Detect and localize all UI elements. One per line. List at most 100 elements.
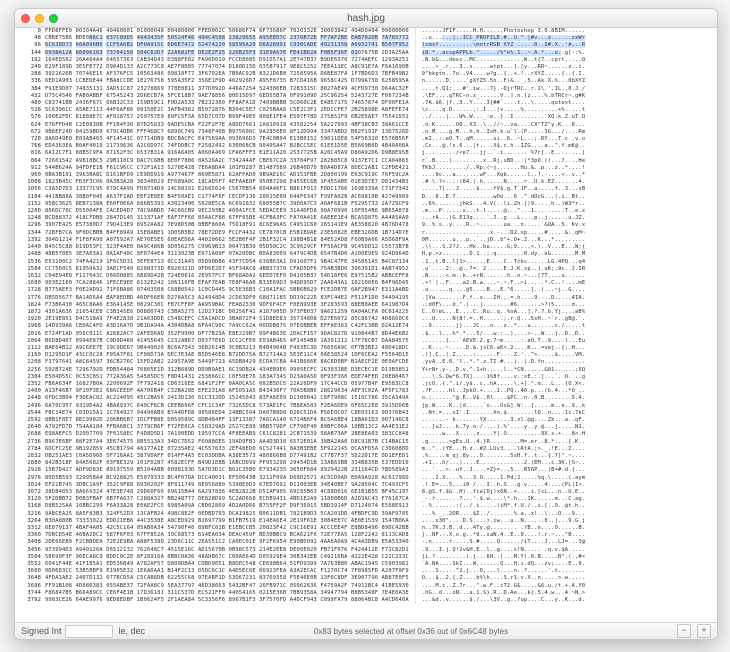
hex-cells[interactable]: 4301A636 21654CE8 C3B345E6 D0880743 C3BA… [45,309,416,316]
hex-cells[interactable]: 6A70C957 9319D4A2 4BA8937C 649CF6CB CEEB… [45,403,416,410]
hex-row[interactable]: 1536E53100C2 74FA4219 1F6C5D31 3EFE8713 … [15,259,717,266]
hex-row[interactable]: 292815B7D427 ADF9D83E 89197559 B5104ABB … [15,467,717,474]
minimize-icon[interactable] [35,14,44,23]
ascii-cells[interactable]: ..%.......:(../.i.....(iM*.f.U./..i.[..O… [416,503,586,510]
hex-row[interactable]: 35526041F44E 41F185A1 ED536B49 A782AF57 … [15,561,717,568]
hex-cells[interactable]: F86847B5 B66489CC CE6F4E1B 17D36181 311C… [45,590,416,597]
ascii-cells[interactable]: ..9.......j}...JC...o...z..*...u.......c… [416,323,586,330]
hex-cells[interactable]: 9B6EF24D D4159BD9 679C4DB6 FFF468C7 6890… [45,129,416,136]
hex-row[interactable]: 8166A12C7F1 88B5C9FA 07152F3C 6537B31A 9… [15,150,717,157]
hex-row[interactable]: 912544B624A 94FDFE1B F61C96CC C72F1A13 5… [15,165,717,172]
ascii-cells[interactable]: 9..%.s..y....R..~.......ua...n.....`&QA.… [416,222,586,229]
ascii-cells[interactable]: .$...l...h*.*...5/...w.:..)....>-..W...}… [416,331,586,338]
zoom-out-button[interactable]: − [677,624,691,638]
hex-row[interactable]: 297680D5B593 329958A4 BC928825 E5079333 … [15,475,717,482]
hex-cells[interactable]: 5B690F3F 96ECA8C9 BDEC0C2E 8F28916A 0BBC… [45,554,416,561]
ascii-cells[interactable]: ..u......|..ICC_PROFILE.#..U.^.|#v...z..… [416,35,586,42]
hex-cells[interactable]: 842B318F 84A5682F 03FBE329 101FD287 4582… [45,460,416,467]
zoom-in-button[interactable]: + [697,624,711,638]
hex-cells[interactable]: 72BFB7CA 9F0DCBBB B4FF89A9 15E8ABE1 1D05… [45,230,416,237]
hex-cells[interactable]: 4FDA1AE2 2407D132 077BCD5A C5CAB6DB 6225… [45,575,416,582]
hex-row[interactable]: 33607DBCD54E 46BA2DC2 587F6F03 67FF852A … [15,532,717,539]
ascii-cells[interactable]: ../....|...W%.W..._:e..}..I.........'XQ.… [416,114,586,121]
ascii-cells[interactable]: ......w...X.....z....Y|.O.......,..9X.s.… [416,431,586,438]
ascii-cells[interactable]: ....9c...a.......wF...Xqb......l..?.-...… [416,172,586,179]
ascii-cells[interactable]: .#.\.?<..;:(84.).h......N.....r..U.k.EZ.… [416,179,586,186]
close-icon[interactable] [21,14,30,23]
hex-row[interactable]: 2064B6D8D407 0994E87B C9D9D460 41455645 … [15,338,717,345]
hex-cells[interactable]: F91E9D07 74835131 3AD51C87 23278869 778E… [45,86,416,93]
ascii-cells[interactable]: i8.*..acspAPPLb."...../%"k%.1..~.A.*...o… [416,50,586,57]
hex-row[interactable]: 6729B6EF24D D4159BD9 679C4DB6 FFF468C7 6… [15,129,717,136]
hex-cells[interactable]: EF21B745 3DBC1A9F 352C9F88 6930202F 8F81… [45,482,416,489]
hex-row[interactable]: 624E76FFD4B C2E0838B FF1B4F36 87D25833 0… [15,122,717,129]
hex-row[interactable]: 192164ED562 26A404A4 64657363 CAB34D43 D… [15,57,717,64]
ascii-cells[interactable]: \c....q.D......,:.I...(v.....%..........… [416,107,586,114]
ascii-cells[interactable]: .;d0F\...d.^.)...|........#6.......>?(5.… [416,302,586,309]
hex-cells[interactable]: A702FD7D 754AA184 FFBA6BC1 3779CB6F F72F… [45,424,416,431]
hex-cells[interactable]: 441BB88A 38B0F045 A637F1AD EEF2E0EE B4F5… [45,194,416,201]
hex-cells[interactable]: 1823B45C FD3F3C06 0A3B3A28 38340D29 EF68… [45,179,416,186]
hex-cells[interactable]: 164ED562 26A404A4 64657363 CAB34D43 D388… [45,57,416,64]
hex-cells[interactable]: F73B6430 465C8AA6 E364145E 0829C30C FB7C… [45,302,416,309]
ascii-cells[interactable]: o.;......"@.E..V$..0l....$PC..n..0.B....… [416,395,586,402]
ascii-cells[interactable]: ...'...>..uY..J....=Z}=..,5...B56P...)B+… [416,467,586,474]
hex-cells[interactable]: 6E879137 4BAF4A05 42C5C164 05AB0A34 5479… [45,525,416,532]
ascii-cells[interactable]: ...&d..v......$./...\3V..g..?up....C...y… [416,597,586,604]
hex-row[interactable]: 86472601542 A9818BC5 29B110C9 DAC7C6BB 8… [15,158,717,165]
hex-row[interactable]: 2544FBC14E74 C03D15A1 1C784927 94490AB9 … [15,410,717,417]
hex-row[interactable]: 3168D8B525AA 16BBC299 F6A33A28 E0AE2FC5 … [15,503,717,510]
hex-content[interactable]: 0FFD8FFE0 00104A46 49460001 01000048 004… [15,28,717,622]
ascii-cells[interactable]: ......JFIF.....H.H.....,Photoshop 3.0.8B… [416,28,586,35]
hex-row[interactable]: 2832DB251AE3 C0A5D96D 5F716AA1 3879DAFF … [15,453,717,460]
ascii-cells[interactable]: r`.B....).........x..Rj,sBD...|*3pO.((..… [416,158,586,165]
hex-row[interactable]: 2160D1295D1F 43CC0C28 F95A7F81 CF08D73A … [15,352,717,359]
hex-row[interactable]: 35045B690F3F 96ECA8C9 BDEC0C2E 8F28916A … [15,554,717,561]
hex-row[interactable]: 2736B967E6BF 08F2E7A4 3E674575 8B5513A3 … [15,439,717,446]
hex-row[interactable]: 3264B30A880B 73333022 EDD21EB6 44C3538E … [15,518,717,525]
hex-cells[interactable]: CC7560C5 81950A32 3AECF540 8208373D B920… [45,266,416,273]
hex-cells[interactable]: 806DC70C D55004FE CACED4D7 78C9ABDD 74C6… [45,208,416,215]
hex-view[interactable]: 0FFD8FFE0 00104A46 49460001 01000048 004… [15,28,717,622]
hex-cells[interactable]: FFD8FFE0 00104A46 49460001 01000048 0048… [45,28,416,35]
hex-row[interactable]: 240E29F189D 3E5FE772 D904D133 A2C773C8 A… [15,64,717,71]
hex-cells[interactable]: E53100C2 74FA4219 1F6C5D31 3EFE8713 0CC3… [45,259,416,266]
hex-cells[interactable]: CBBE75B6 BDE086C1 037C89D5 4943435F 5052… [45,35,416,42]
hex-cells[interactable]: 5F2DBB72 D0B3FBAF 0B7FA637 C288A327 BB24… [45,496,416,503]
hex-cells[interactable]: E724F1AD 956C011C A2682AC7 2AFED6AD 352F… [45,331,416,338]
ascii-cells[interactable]: TKbJ........./..Rp.(~j.......Hu.&..p...z… [416,165,586,172]
hex-cells[interactable]: ED4363EA B0AF4019 21739636 A2C6D97C 74FD… [45,143,416,150]
hex-cells[interactable]: 544B624A 94FDFE1B F61C96CC C72F1A13 5270… [45,165,416,172]
hex-row[interactable]: 480C83741BB 2436F67C 66B32C33 159B59C1 F… [15,100,717,107]
hex-row[interactable]: 27846DCFC25E 9B192859 45CB1794 48177A1E … [15,446,717,453]
ascii-cells[interactable]: .hG..d...oN...a.1.S}.R..D.Ae...k{.5.4.w.… [416,590,586,597]
hex-cells[interactable]: 38D84053 8A669324 47E3E748 29D60F66 6961… [45,489,416,496]
ascii-cells[interactable]: .Cc...@.!s.6...|t....X$.c.h..IZG....a..^… [416,143,586,150]
ascii-cells[interactable]: .yvA..E.6.'l..*.".z.TI.#...)..|.D.fn....… [416,359,586,366]
hex-cells[interactable]: B45C5C88 D19D53FC 323F4AE0 0A9C486B 9D05… [45,244,416,251]
hex-row[interactable]: 2304E504D55C 0C53C851 772A36A5 54585DC5 … [15,374,717,381]
hex-cells[interactable]: 95BC3625 8EB7138A E60F0E6A 686B5393 A302… [45,201,416,208]
ascii-cells[interactable]: .7A.$6.|f.,3..Y....3{##`....t...\.....qu… [416,100,586,107]
ascii-cells[interactable]: H.p.>z........D.1..;.q........0.dy..eG..… [416,251,586,258]
hex-row[interactable]: 134472BFB7CA 9F0DCBBB B4FF89A9 15E8ABE1 … [15,230,717,237]
ascii-cells[interactable]: C..6!eL...E....C..Ru..q..%oA...].?.7.b.Y… [416,309,586,316]
hex-cells[interactable]: 2E19E851 D4C518A9 7F4E2838 21A63DDE C548… [45,316,416,323]
hex-row[interactable]: 34082DE66EB0 F2CBBDEA 72E2E9BA A88F538D … [15,539,717,546]
hex-cells[interactable]: 6C636D73 66A096B6 CCF5A6B2 DF0A915C 6D6E… [45,42,416,49]
ascii-cells[interactable]: .>!`|..F....a2.B.a....~.~.F..>i.....*.C.… [416,280,586,287]
ascii-cells[interactable]: ...rA...(G.E13q....`.J..g...L....p..j...… [416,215,586,222]
hex-row[interactable]: 2256592B724E 7296792D FDB54484 76805E1D … [15,367,717,374]
hex-cells[interactable]: 8BB1F8E7 8EC9902D 206BB6B7 1DCFFB8E D059… [45,417,416,424]
hex-row[interactable]: 1680903E2160 7CA28846 1FECE9EE 6132E242 … [15,280,717,287]
hex-row[interactable]: 48CBBE75B6 BDE086C1 037C89D5 4943435F 50… [15,35,717,42]
hex-row[interactable]: 31205F2DBB72 D0B3FBAF 0B7FA637 C288A327 … [15,496,717,503]
ascii-cells[interactable]: .)].C..(.Z.....:......F..-.Z.'..^>.....$… [416,352,586,359]
ascii-cells[interactable]: .....7|...J.....$....fV$.g.T`JF..a.....f… [416,186,586,193]
ascii-cells[interactable]: r...................x.-...D2.xp.....#...… [416,230,586,237]
hex-row[interactable]: 115295BC3625 8EB7138A E60F0E6A 686B5393 … [15,201,717,208]
hex-row[interactable]: 2352FB6A634F 16827B0A 2200692F 7F792418 … [15,381,717,388]
hex-row[interactable]: 1248BCD88372 418CFDB0 2847D145 313371AF … [15,215,717,222]
ascii-cells[interactable]: ....2.X....%...3.O.....1.Pd;2.....%q.\..… [416,475,586,482]
hex-row[interactable]: 1584CC7560C5 81950A32 3AECF540 8208373D … [15,266,717,273]
